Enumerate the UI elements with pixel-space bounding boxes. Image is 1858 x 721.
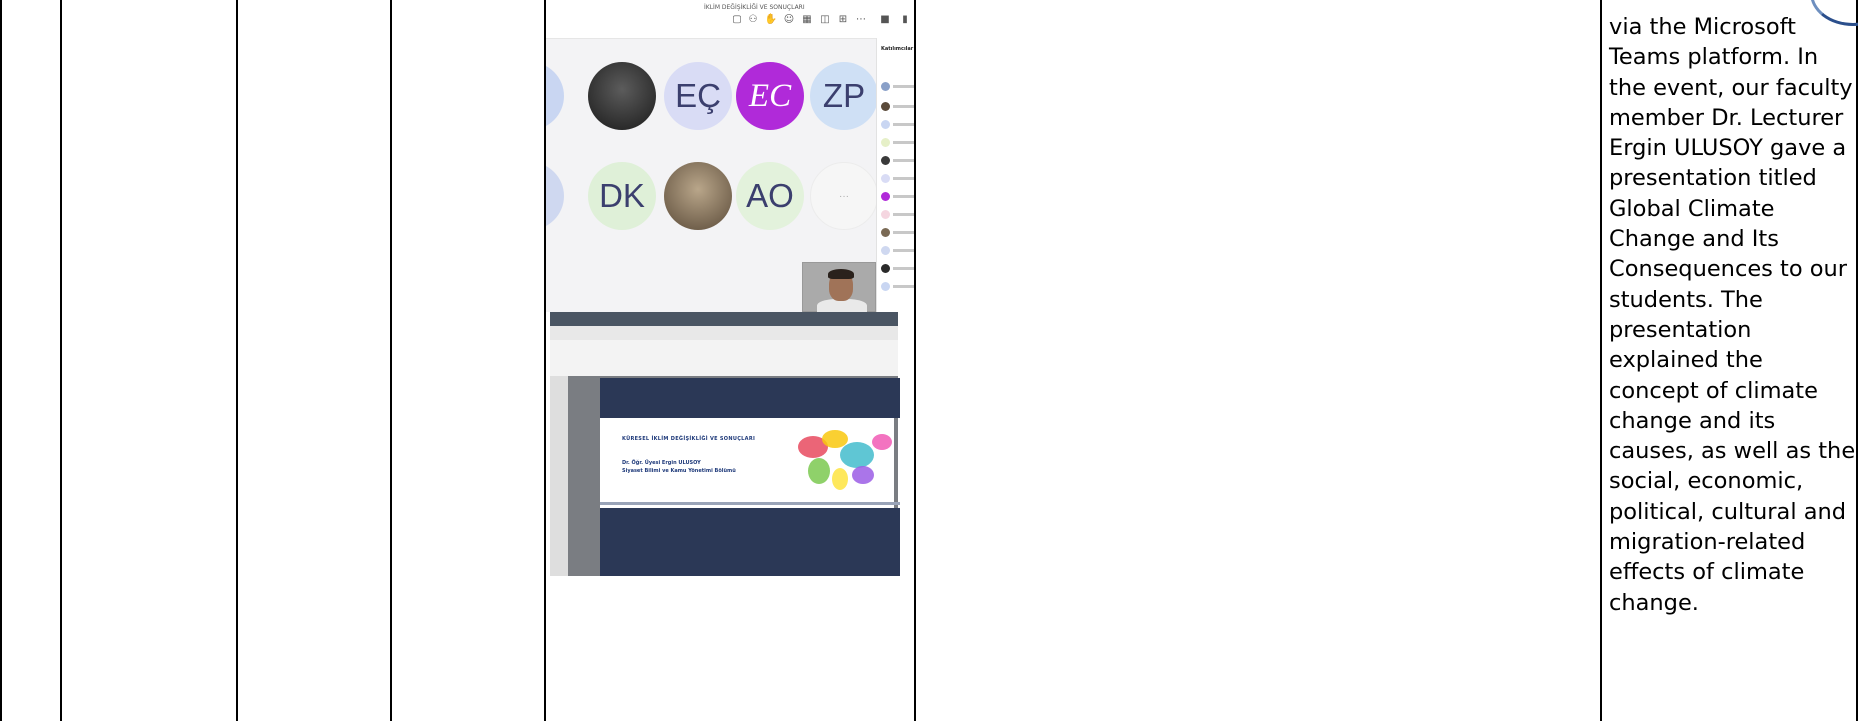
participant-avatar: [588, 62, 656, 130]
participant-row: [881, 264, 914, 274]
participants-panel-title: Katılımcılar: [881, 46, 914, 52]
description-line: Consequences to our: [1609, 256, 1848, 283]
participant-row: [881, 210, 914, 220]
description-line: presentation titled: [1609, 165, 1817, 192]
teams-meeting-screenshot: İKLİM DEĞİŞİKLİĞİ VE SONUÇLARI ▢ ⚇ ✋ ☺ ▦…: [546, 0, 914, 315]
description-line: social, economic,: [1609, 468, 1804, 495]
table-border: [0, 0, 2, 721]
participant-avatar: ZP: [810, 62, 878, 130]
participant-avatar: ···: [810, 162, 878, 230]
powerpoint-screenshot: KÜRESEL İKLİM DEĞİŞİKLİĞİ VE SONUÇLARI D…: [550, 312, 900, 576]
participant-avatar: H: [546, 162, 564, 230]
presenter-camera: [802, 262, 876, 315]
participant-row: [881, 102, 914, 112]
rooms-icon: ◫: [820, 14, 830, 25]
participant-avatar: DK: [588, 162, 656, 230]
description-line: migration-related: [1609, 529, 1806, 556]
description-line: change and its: [1609, 407, 1776, 434]
slide-thumbnails: [550, 376, 568, 576]
description-line: presentation: [1609, 316, 1752, 343]
participants-panel: Katılımcılar: [876, 38, 914, 312]
view-icon: ▦: [802, 14, 812, 25]
description-line: Change and Its: [1609, 226, 1779, 253]
event-description: via the Microsoft Teams platform. In the…: [1609, 12, 1856, 618]
slide-title: KÜRESEL İKLİM DEĞİŞİKLİĞİ VE SONUÇLARI: [622, 436, 756, 442]
participant-avatar: G: [546, 62, 564, 130]
participant-row: [881, 228, 914, 238]
participant-row: [881, 174, 914, 184]
participant-avatar: [664, 162, 732, 230]
raise-hand-icon: ✋: [764, 14, 778, 25]
description-line: effects of climate: [1609, 559, 1805, 586]
powerpoint-menu: [550, 326, 898, 340]
table-border: [390, 0, 392, 721]
participant-avatar: AO: [736, 162, 804, 230]
description-line: explained the: [1609, 347, 1763, 374]
description-line: causes, as well as the: [1609, 438, 1856, 465]
participant-row: [881, 82, 914, 92]
slide-department: Siyaset Bilimi ve Kamu Yönetimi Bölümü: [622, 468, 736, 474]
description-line: the event, our faculty: [1609, 74, 1853, 101]
world-map-image: [788, 422, 898, 502]
powerpoint-titlebar: [550, 312, 898, 326]
reactions-icon: ☺: [783, 14, 795, 25]
table-border: [236, 0, 238, 721]
participant-row: [881, 192, 914, 202]
description-line: concept of climate: [1609, 377, 1818, 404]
table-border: [914, 0, 916, 721]
slide-presenter: Dr. Öğr. Üyesi Ergin ULUSOY: [622, 460, 701, 466]
description-line: change.: [1609, 589, 1699, 616]
description-line: Ergin ULUSOY gave a: [1609, 135, 1847, 162]
description-line: students. The: [1609, 286, 1763, 313]
people-icon: ⚇: [748, 14, 758, 25]
table-border: [60, 0, 62, 721]
description-line: via the Microsoft: [1609, 14, 1796, 40]
description-line: political, cultural and: [1609, 498, 1847, 525]
teams-toolbar: İKLİM DEĞİŞİKLİĞİ VE SONUÇLARI ▢ ⚇ ✋ ☺ ▦…: [546, 0, 914, 39]
participant-row: [881, 246, 914, 256]
title-slide: KÜRESEL İKLİM DEĞİŞİKLİĞİ VE SONUÇLARI D…: [600, 378, 900, 576]
participant-row: [881, 282, 914, 292]
powerpoint-ribbon: [550, 340, 898, 377]
participant-avatar: EÇ: [664, 62, 732, 130]
mic-icon: ▮: [902, 14, 908, 25]
participant-avatar: EC: [736, 62, 804, 130]
participant-row: [881, 138, 914, 148]
description-line: member Dr. Lecturer: [1609, 104, 1844, 131]
table-border: [1600, 0, 1602, 721]
event-screenshots: İKLİM DEĞİŞİKLİĞİ VE SONUÇLARI ▢ ⚇ ✋ ☺ ▦…: [546, 0, 914, 705]
camera-icon: ■: [880, 14, 890, 25]
description-line: Global Climate: [1609, 195, 1775, 222]
description-line: Teams platform. In: [1609, 44, 1819, 71]
participant-row: [881, 156, 914, 166]
participant-row: [881, 120, 914, 130]
meeting-title: İKLİM DEĞİŞİKLİĞİ VE SONUÇLARI: [704, 4, 805, 11]
apps-icon: ⊞: [838, 14, 848, 25]
more-icon: ⋯: [856, 14, 866, 25]
